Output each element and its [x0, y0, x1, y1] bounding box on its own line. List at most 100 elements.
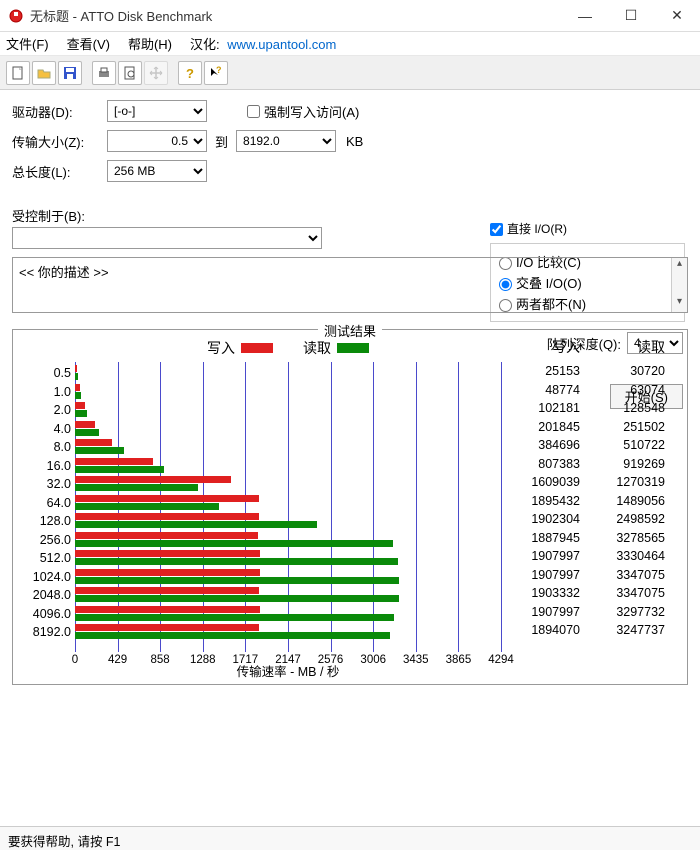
write-value: 807383	[501, 455, 586, 474]
results-chart: 传输速率 - MB / 秒 04298581288171721472576300…	[75, 362, 501, 678]
y-tick: 512.0	[19, 549, 75, 568]
write-bar	[75, 384, 80, 391]
read-bar	[75, 410, 87, 417]
read-bar	[75, 466, 164, 473]
y-tick: 128.0	[19, 512, 75, 531]
read-value: 919269	[586, 455, 671, 474]
read-bar	[75, 429, 99, 436]
force-write-label: 强制写入访问(A)	[264, 102, 359, 121]
open-button[interactable]	[32, 61, 56, 85]
menu-view[interactable]: 查看(V)	[67, 34, 110, 53]
write-value: 1902304	[501, 510, 586, 529]
size-to-select[interactable]: 8192.0	[236, 130, 336, 152]
y-tick: 32.0	[19, 475, 75, 494]
chart-legend: 写入 读取	[75, 338, 501, 358]
gridline	[331, 362, 332, 652]
x-tick: 858	[151, 654, 170, 666]
x-tick: 3865	[446, 654, 472, 666]
x-tick: 3006	[360, 654, 386, 666]
col-write-header: 写入	[501, 338, 586, 357]
write-bar	[75, 550, 260, 557]
write-value: 384696	[501, 436, 586, 455]
direct-io-label: 直接 I/O(R)	[507, 222, 567, 236]
help-button[interactable]: ?	[178, 61, 202, 85]
close-button[interactable]: ✕	[654, 0, 700, 32]
minimize-button[interactable]: —	[562, 0, 608, 32]
titlebar: 无标题 - ATTO Disk Benchmark — ☐ ✕	[0, 0, 700, 32]
read-value: 251502	[586, 418, 671, 437]
total-length-label: 总长度(L):	[12, 162, 107, 181]
gridline	[501, 362, 502, 652]
cn-label: 汉化: www.upantool.com	[190, 34, 336, 53]
chart-x-axis: 传输速率 - MB / 秒 04298581288171721472576300…	[75, 652, 501, 678]
read-value: 3330464	[586, 547, 671, 566]
y-tick: 8.0	[19, 438, 75, 457]
move-button[interactable]	[144, 61, 168, 85]
x-tick: 2576	[318, 654, 344, 666]
size-from-select[interactable]: 0.5	[107, 130, 207, 152]
y-tick: 64.0	[19, 494, 75, 513]
read-bar	[75, 614, 394, 621]
force-write-checkbox[interactable]	[247, 105, 260, 118]
write-bar	[75, 458, 153, 465]
write-bar	[75, 495, 259, 502]
read-bar	[75, 577, 399, 584]
scrollbar[interactable]: ▴ ▾	[671, 258, 687, 312]
menu-help[interactable]: 帮助(H)	[128, 34, 172, 53]
gridline	[458, 362, 459, 652]
read-bar	[75, 595, 399, 602]
read-value: 3347075	[586, 566, 671, 585]
scroll-down-icon[interactable]: ▾	[672, 296, 687, 312]
read-value: 1489056	[586, 492, 671, 511]
write-value: 1907997	[501, 603, 586, 622]
results-title: 测试结果	[318, 321, 382, 340]
window-title: 无标题 - ATTO Disk Benchmark	[30, 6, 562, 25]
scroll-up-icon[interactable]: ▴	[672, 258, 687, 274]
write-value: 1895432	[501, 492, 586, 511]
save-button[interactable]	[58, 61, 82, 85]
preview-button[interactable]	[118, 61, 142, 85]
legend-write-swatch	[241, 343, 273, 353]
whatsthis-button[interactable]: ?	[204, 61, 228, 85]
read-value: 128548	[586, 399, 671, 418]
direct-io-checkbox[interactable]	[490, 223, 503, 236]
read-values-column: 3072063074128548251502510722919269127031…	[586, 362, 671, 678]
x-tick: 1717	[233, 654, 259, 666]
y-tick: 4096.0	[19, 605, 75, 624]
description-box[interactable]: << 你的描述 >> ▴ ▾	[12, 257, 688, 313]
read-bar	[75, 392, 81, 399]
size-unit: KB	[346, 134, 363, 149]
write-value: 1609039	[501, 473, 586, 492]
read-bar	[75, 484, 198, 491]
read-bar	[75, 540, 393, 547]
controlled-by-select[interactable]	[12, 227, 322, 249]
read-value: 510722	[586, 436, 671, 455]
y-tick: 1024.0	[19, 568, 75, 587]
read-bar	[75, 632, 390, 639]
chart-y-labels: 0.51.02.04.08.016.032.064.0128.0256.0512…	[19, 362, 75, 678]
read-value: 63074	[586, 381, 671, 400]
transfer-size-label: 传输大小(Z):	[12, 132, 107, 151]
write-value: 1907997	[501, 566, 586, 585]
write-value: 48774	[501, 381, 586, 400]
write-bar	[75, 402, 85, 409]
length-select[interactable]: 256 MB	[107, 160, 207, 182]
drive-select[interactable]: [-o-]	[107, 100, 207, 122]
write-value: 102181	[501, 399, 586, 418]
print-button[interactable]	[92, 61, 116, 85]
menu-file[interactable]: 文件(F)	[6, 34, 49, 53]
write-value: 1903332	[501, 584, 586, 603]
menubar: 文件(F) 查看(V) 帮助(H) 汉化: www.upantool.com	[0, 32, 700, 56]
y-tick: 8192.0	[19, 623, 75, 642]
write-bar	[75, 365, 77, 372]
maximize-button[interactable]: ☐	[608, 0, 654, 32]
new-button[interactable]	[6, 61, 30, 85]
x-tick: 429	[108, 654, 127, 666]
drive-label: 驱动器(D):	[12, 102, 107, 121]
cn-link[interactable]: www.upantool.com	[227, 37, 336, 52]
write-bar	[75, 532, 258, 539]
gridline	[288, 362, 289, 652]
x-tick: 3435	[403, 654, 429, 666]
y-tick: 2048.0	[19, 586, 75, 605]
svg-text:?: ?	[216, 66, 222, 75]
